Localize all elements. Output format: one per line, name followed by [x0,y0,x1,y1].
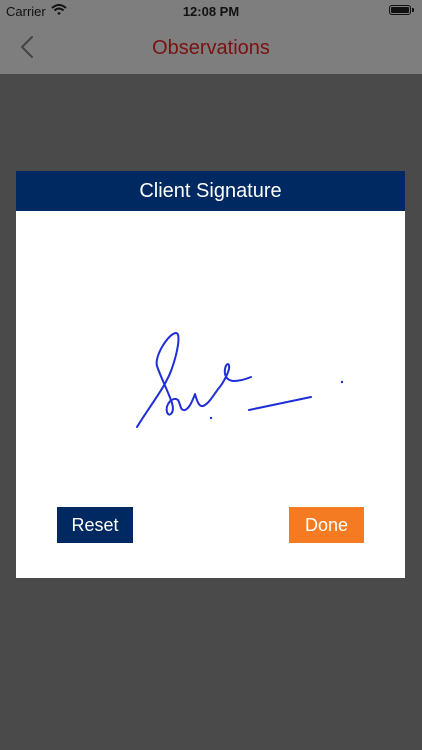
done-button[interactable]: Done [289,507,364,543]
battery-cap [412,8,414,12]
status-bar: Carrier 12:08 PM [0,0,422,24]
signature-dot [209,416,213,420]
nav-bar: Observations [0,24,422,74]
battery-icon [389,5,411,15]
signature-stroke [136,332,252,428]
signature-underline [248,396,312,411]
screen: Carrier 12:08 PM Observations Client Sig… [0,0,422,750]
status-right [389,5,414,15]
signature-dot [340,380,344,384]
dialog-title: Client Signature [16,171,405,211]
page-title: Observations [152,37,270,59]
signature-dialog: Client Signature Reset Done [16,171,405,578]
status-time: 12:08 PM [182,4,240,19]
reset-button[interactable]: Reset [57,507,133,543]
signature-pad[interactable] [16,211,405,481]
